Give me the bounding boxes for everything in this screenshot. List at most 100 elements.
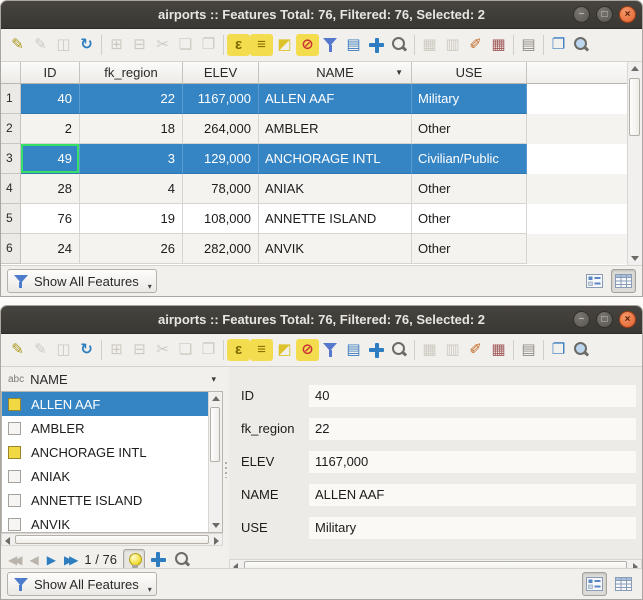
filter-form-icon[interactable]: [319, 34, 342, 56]
reload-icon[interactable]: ↻: [75, 34, 98, 56]
table-row[interactable]: 6 24 26 282,000 ANVIK Other: [1, 234, 642, 264]
table-row[interactable]: 1 40 22 1167,000 ALLEN AAF Military: [1, 84, 642, 114]
maximize-button[interactable]: □: [596, 311, 613, 328]
next-feature-button[interactable]: ▶: [44, 553, 59, 567]
save-edits-icon[interactable]: ◫: [52, 339, 75, 361]
delete-selected-icon[interactable]: ⊟: [128, 339, 151, 361]
cell-fk-region[interactable]: 26: [80, 234, 183, 264]
cell-id[interactable]: 40: [21, 84, 80, 114]
show-all-features-button[interactable]: Show All Features ▾: [7, 269, 157, 293]
last-feature-button[interactable]: ▶▶: [61, 553, 80, 567]
toggle-editing-icon[interactable]: ✎: [6, 339, 29, 361]
multiedit-icon[interactable]: ✎: [29, 34, 52, 56]
close-button[interactable]: ×: [619, 311, 636, 328]
dock-options-icon[interactable]: ▤: [517, 34, 540, 56]
titlebar[interactable]: airports :: Features Total: 76, Filtered…: [1, 1, 642, 29]
column-header-id[interactable]: ID: [21, 62, 80, 84]
cell-fk-region[interactable]: 18: [80, 114, 183, 144]
titlebar[interactable]: airports :: Features Total: 76, Filtered…: [1, 306, 642, 334]
column-header-use[interactable]: USE: [412, 62, 527, 84]
field-calculator-icon[interactable]: ✐: [464, 339, 487, 361]
previous-feature-button[interactable]: ◀: [26, 553, 41, 567]
column-header-fk-region[interactable]: fk_region: [80, 62, 183, 84]
form-view-toggle-button[interactable]: [582, 572, 607, 596]
deselect-all-icon[interactable]: ⊘: [296, 339, 319, 361]
close-button[interactable]: ×: [619, 6, 636, 23]
table-row[interactable]: 2 2 18 264,000 AMBLER Other: [1, 114, 642, 144]
deselect-all-icon[interactable]: ⊘: [296, 34, 319, 56]
conditional-formatting-icon[interactable]: ▦: [487, 34, 510, 56]
scroll-right-icon[interactable]: [214, 537, 219, 545]
filter-form-icon[interactable]: [319, 339, 342, 361]
cell-name[interactable]: ANNETTE ISLAND: [259, 204, 412, 234]
copy-features-icon[interactable]: ❏: [174, 339, 197, 361]
cell-elev[interactable]: 108,000: [183, 204, 259, 234]
toggle-editing-icon[interactable]: ✎: [6, 34, 29, 56]
select-by-expression-icon[interactable]: ε: [227, 34, 250, 56]
conditional-formatting-icon[interactable]: ▦: [487, 339, 510, 361]
zoom-to-selection-icon[interactable]: [388, 339, 411, 361]
cut-features-icon[interactable]: ✂: [151, 34, 174, 56]
row-number[interactable]: 6: [1, 234, 21, 264]
dock-attribute-table-icon[interactable]: ❐: [547, 339, 570, 361]
cut-features-icon[interactable]: ✂: [151, 339, 174, 361]
column-header-elev[interactable]: ELEV: [183, 62, 259, 84]
cell-use[interactable]: Military: [412, 84, 527, 114]
scroll-up-icon[interactable]: [212, 396, 220, 401]
new-field-icon[interactable]: ▦: [418, 34, 441, 56]
cell-use[interactable]: Civilian/Public: [412, 144, 527, 174]
cell-elev[interactable]: 264,000: [183, 114, 259, 144]
cell-id[interactable]: 24: [21, 234, 80, 264]
cell-name[interactable]: ANCHORAGE INTL: [259, 144, 412, 174]
delete-field-icon[interactable]: ▥: [441, 339, 464, 361]
minimize-button[interactable]: −: [573, 6, 590, 23]
cell-use[interactable]: Other: [412, 204, 527, 234]
feature-list-item[interactable]: ALLEN AAF: [2, 392, 208, 416]
new-field-icon[interactable]: ▦: [418, 339, 441, 361]
vertical-scrollbar[interactable]: [627, 62, 642, 265]
feature-list-hscrollbar[interactable]: [1, 533, 223, 546]
preview-field-selector[interactable]: abc NAME ▾: [1, 367, 223, 391]
select-all-icon[interactable]: ≡: [250, 34, 273, 56]
cell-fk-region[interactable]: 19: [80, 204, 183, 234]
form-view-toggle-button[interactable]: [582, 269, 607, 293]
table-view-toggle-button[interactable]: [611, 269, 636, 293]
feature-list-item[interactable]: ANNETTE ISLAND: [2, 488, 208, 512]
feature-list-item[interactable]: AMBLER: [2, 416, 208, 440]
scrollbar-thumb[interactable]: [15, 535, 209, 544]
cell-name[interactable]: ANIAK: [259, 174, 412, 204]
row-number[interactable]: 1: [1, 84, 21, 114]
cell-id[interactable]: 2: [21, 114, 80, 144]
search-widget-icon[interactable]: [570, 34, 593, 56]
cell-elev[interactable]: 1167,000: [183, 84, 259, 114]
field-calculator-icon[interactable]: ✐: [464, 34, 487, 56]
table-row[interactable]: 4 28 4 78,000 ANIAK Other: [1, 174, 642, 204]
maximize-button[interactable]: □: [596, 6, 613, 23]
feature-list-item[interactable]: ANCHORAGE INTL: [2, 440, 208, 464]
cell-fk-region[interactable]: 22: [80, 84, 183, 114]
cell-id[interactable]: 28: [21, 174, 80, 204]
dock-attribute-table-icon[interactable]: ❐: [547, 34, 570, 56]
save-edits-icon[interactable]: ◫: [52, 34, 75, 56]
field-value-elev[interactable]: 1167,000: [309, 451, 636, 473]
scrollbar-thumb[interactable]: [210, 407, 220, 462]
table-view-toggle-button[interactable]: [611, 572, 636, 596]
column-header-name[interactable]: NAME ▼: [259, 62, 412, 84]
invert-selection-icon[interactable]: ◩: [273, 34, 296, 56]
reload-icon[interactable]: ↻: [75, 339, 98, 361]
feature-list-scrollbar[interactable]: [208, 392, 222, 532]
multiedit-icon[interactable]: ✎: [29, 339, 52, 361]
cell-use[interactable]: Other: [412, 234, 527, 264]
table-corner-cell[interactable]: [1, 62, 21, 84]
scroll-down-icon[interactable]: [631, 256, 639, 261]
field-value-fk-region[interactable]: 22: [309, 418, 636, 440]
row-number[interactable]: 4: [1, 174, 21, 204]
minimize-button[interactable]: −: [573, 311, 590, 328]
move-selection-to-top-icon[interactable]: ▤: [342, 339, 365, 361]
cell-name[interactable]: AMBLER: [259, 114, 412, 144]
cell-elev[interactable]: 282,000: [183, 234, 259, 264]
feature-list-item[interactable]: ANIAK: [2, 464, 208, 488]
cell-fk-region[interactable]: 3: [80, 144, 183, 174]
cell-use[interactable]: Other: [412, 174, 527, 204]
feature-list-item[interactable]: ANVIK: [2, 512, 208, 533]
